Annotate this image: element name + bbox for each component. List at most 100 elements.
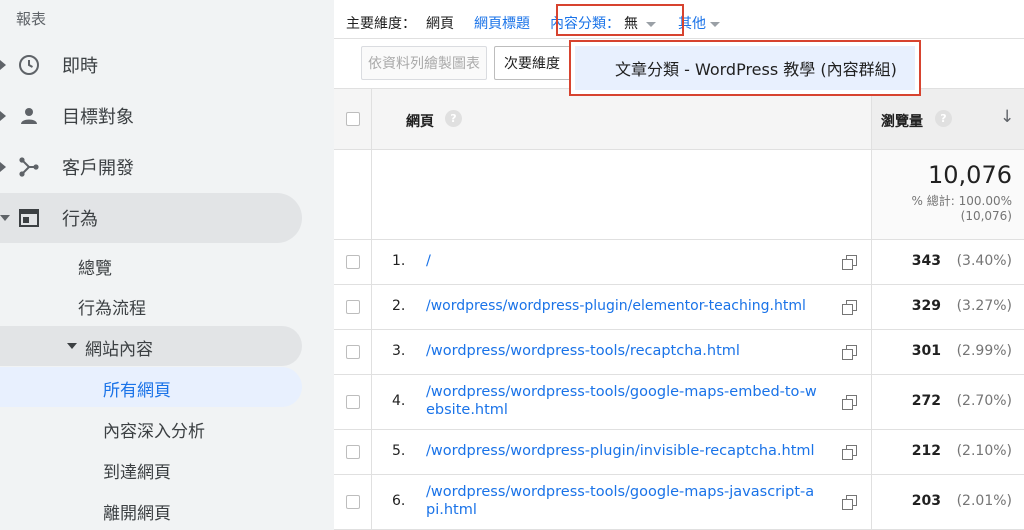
row-checkbox[interactable]: [345, 300, 360, 314]
page-link[interactable]: /wordpress/wordpress-tools/google-maps-e…: [426, 383, 822, 419]
row-pageviews-cell: 301 (2.99%): [871, 330, 1024, 374]
sidebar-subitem-landing-pages[interactable]: 到達網頁: [0, 449, 302, 489]
sidebar-item-realtime[interactable]: 即時: [0, 40, 302, 90]
sidebar-subitem-label: 所有網頁: [103, 381, 171, 401]
total-percentage-value: (10,076): [960, 209, 1012, 223]
row-number: 2.: [392, 298, 406, 314]
primary-dimension-label: 主要維度：: [346, 16, 416, 32]
total-pageviews: 10,076: [928, 161, 1012, 189]
pageviews-value: 301: [911, 343, 941, 359]
row-checkbox-cell: [334, 475, 371, 529]
chevron-down-icon: [710, 21, 720, 27]
page-link[interactable]: /wordpress/wordpress-plugin/elementor-te…: [426, 297, 846, 315]
total-percentage: % 總計: 100.00% (10,076): [912, 194, 1012, 224]
sidebar-subitem-site-content[interactable]: 網站內容: [0, 326, 302, 366]
row-page-cell: 2. /wordpress/wordpress-plugin/elementor…: [371, 285, 871, 329]
sidebar-item-acquisition[interactable]: 客戶開發: [0, 142, 302, 192]
page-link[interactable]: /wordpress/wordpress-tools/google-maps-j…: [426, 483, 822, 519]
other-dimension-dropdown[interactable]: 其他: [678, 13, 720, 33]
totals-pageviews-cell: 10,076 % 總計: 100.00% (10,076): [871, 150, 1024, 239]
open-page-icon[interactable]: [842, 345, 857, 360]
table-row: 5. /wordpress/wordpress-plugin/invisible…: [334, 430, 1024, 475]
row-pageviews-cell: 329 (3.27%): [871, 285, 1024, 329]
sidebar-header: 報表: [16, 10, 47, 28]
page-link[interactable]: /wordpress/wordpress-tools/recaptcha.htm…: [426, 342, 826, 360]
sidebar-item-label: 目標對象: [62, 107, 134, 128]
pageviews-value: 329: [911, 298, 941, 314]
sidebar-subitem-overview[interactable]: 總覽: [0, 245, 302, 285]
row-checkbox-cell: [334, 330, 371, 374]
page-link[interactable]: /wordpress/wordpress-plugin/invisible-re…: [426, 442, 836, 460]
behavior-icon: [17, 206, 41, 230]
row-checkbox-cell: [334, 285, 371, 329]
table-row: 6. /wordpress/wordpress-tools/google-map…: [334, 475, 1024, 530]
sidebar-subitem-label: 到達網頁: [103, 463, 171, 483]
open-page-icon[interactable]: [842, 395, 857, 410]
open-page-icon[interactable]: [842, 300, 857, 315]
collapse-caret-icon: [67, 343, 77, 349]
pageviews-value: 272: [911, 393, 941, 409]
row-page-cell: 1. /: [371, 240, 871, 284]
content-grouping-option[interactable]: 文章分類 - WordPress 教學 (內容群組): [575, 46, 915, 90]
total-percentage-line: % 總計: 100.00%: [911, 194, 1012, 208]
content-grouping-dropdown: 文章分類 - WordPress 教學 (內容群組): [569, 40, 921, 96]
row-checkbox[interactable]: [345, 345, 360, 359]
pageviews-value: 212: [911, 443, 941, 459]
select-all-checkbox[interactable]: [345, 112, 360, 126]
pageviews-value: 203: [911, 493, 941, 509]
pageviews-column-header[interactable]: 瀏覽量 ? ↓: [871, 89, 1024, 149]
totals-page-cell: [371, 150, 871, 239]
sidebar-subitem-label: 網站內容: [85, 340, 153, 360]
row-checkbox[interactable]: [345, 395, 360, 409]
row-pageviews-cell: 343 (3.40%): [871, 240, 1024, 284]
help-icon[interactable]: ?: [935, 110, 952, 127]
row-number: 4.: [392, 393, 406, 409]
pageviews-value: 343: [911, 253, 941, 269]
sidebar-subitem-exit-pages[interactable]: 離開網頁: [0, 490, 302, 530]
row-checkbox-cell: [334, 430, 371, 474]
dimension-page-title-link[interactable]: 網頁標題: [474, 13, 530, 33]
page-link[interactable]: /: [426, 252, 788, 270]
sort-descending-icon[interactable]: ↓: [1000, 107, 1014, 127]
content-grouping-highlight: [556, 4, 684, 36]
table-row: 2. /wordpress/wordpress-plugin/elementor…: [334, 285, 1024, 330]
row-checkbox[interactable]: [345, 255, 360, 269]
expand-caret-icon: [0, 111, 6, 121]
secondary-dimension-button[interactable]: 次要維度: [494, 46, 574, 80]
sidebar: 報表 即時 目標對象 客戶開發 行為 總覽 行為流程 網站內容 所有網頁 內容深…: [0, 0, 334, 530]
row-pageviews-cell: 272 (2.70%): [871, 375, 1024, 429]
row-checkbox[interactable]: [345, 445, 360, 459]
table-row: 3. /wordpress/wordpress-tools/recaptcha.…: [334, 330, 1024, 375]
row-number: 5.: [392, 443, 406, 459]
page-column-header[interactable]: 網頁 ?: [371, 89, 871, 149]
sidebar-item-audience[interactable]: 目標對象: [0, 91, 302, 141]
sidebar-subitem-label: 行為流程: [78, 299, 146, 319]
sidebar-subitem-all-pages[interactable]: 所有網頁: [0, 367, 302, 407]
expand-caret-icon: [0, 60, 6, 70]
plot-rows-button[interactable]: 依資料列繪製圖表: [361, 46, 487, 80]
row-checkbox[interactable]: [345, 495, 360, 509]
expand-caret-icon: [0, 162, 6, 172]
sidebar-subitem-behavior-flow[interactable]: 行為流程: [0, 285, 302, 325]
row-number: 1.: [392, 253, 406, 269]
table-header: 網頁 ? 瀏覽量 ? ↓: [334, 88, 1024, 150]
open-page-icon[interactable]: [842, 445, 857, 460]
pageviews-percentage: (2.99%): [956, 343, 1012, 359]
sidebar-item-label: 即時: [62, 56, 98, 77]
row-page-cell: 3. /wordpress/wordpress-tools/recaptcha.…: [371, 330, 871, 374]
totals-row: 10,076 % 總計: 100.00% (10,076): [334, 150, 1024, 240]
pageviews-percentage: (3.27%): [956, 298, 1012, 314]
open-page-icon[interactable]: [842, 495, 857, 510]
sidebar-item-behavior[interactable]: 行為: [0, 193, 302, 243]
sidebar-subitem-label: 總覽: [78, 259, 112, 279]
row-checkbox-cell: [334, 240, 371, 284]
table-row: 4. /wordpress/wordpress-tools/google-map…: [334, 375, 1024, 430]
help-icon[interactable]: ?: [445, 110, 462, 127]
person-icon: [17, 104, 41, 128]
main-content: 主要維度： 網頁 網頁標題 內容分類：無 其他 依資料列繪製圖表 次要維度 網頁…: [334, 0, 1024, 530]
totals-spacer: [334, 150, 371, 239]
open-page-icon[interactable]: [842, 255, 857, 270]
pageviews-percentage: (2.10%): [956, 443, 1012, 459]
select-all-cell: [334, 89, 371, 149]
sidebar-subitem-content-drilldown[interactable]: 內容深入分析: [0, 408, 302, 448]
